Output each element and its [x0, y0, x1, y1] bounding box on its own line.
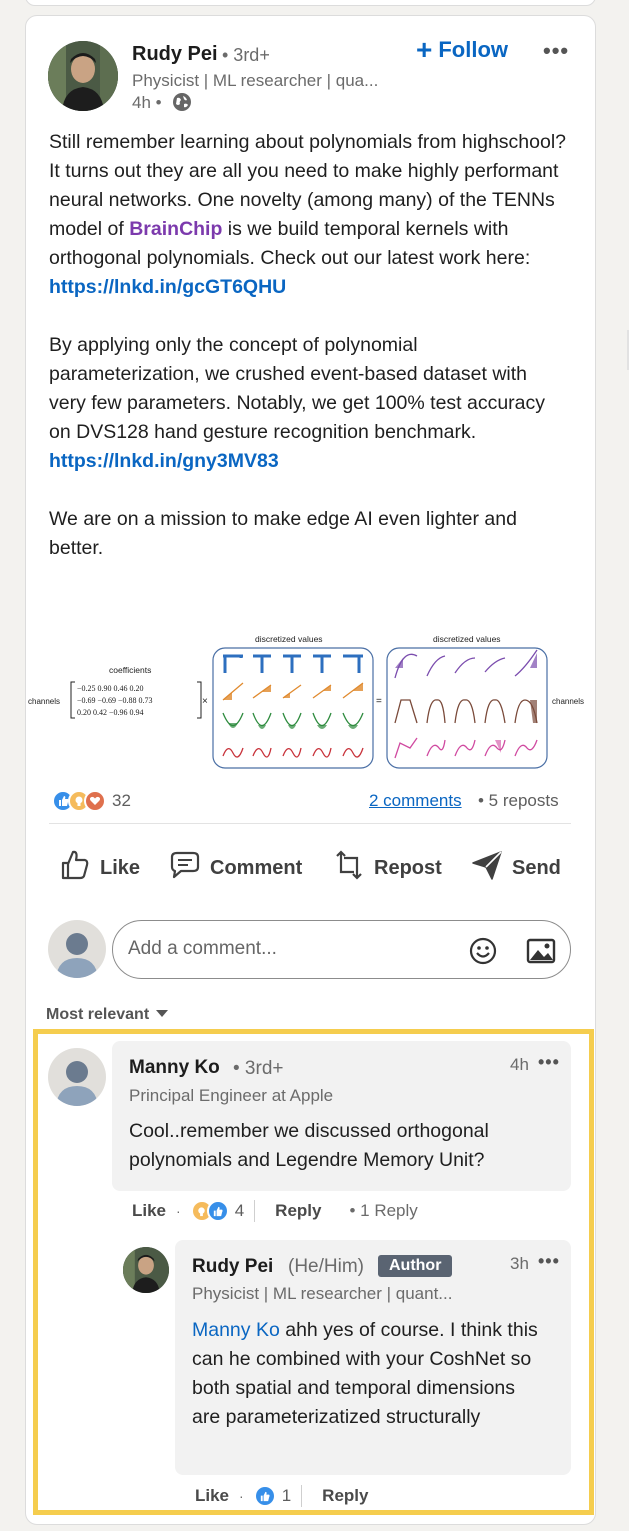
action-separator	[254, 1200, 256, 1222]
divider	[49, 823, 571, 824]
reply-author-headline: Physicist | ML researcher | quant...	[192, 1284, 453, 1303]
comment-input[interactable]: Add a comment...	[112, 920, 571, 979]
speech-bubble-icon	[168, 848, 202, 888]
times-symbol: ×	[202, 696, 208, 707]
sort-label: Most relevant	[46, 1006, 150, 1023]
post-link-2[interactable]: https://lnkd.in/gny3MV83	[49, 450, 279, 472]
like-label: Like	[100, 856, 141, 879]
send-label: Send	[512, 856, 561, 879]
author-avatar[interactable]	[48, 41, 118, 111]
reply-bubble: Rudy Pei (He/Him) Author 3h ••• Physicis…	[175, 1240, 571, 1475]
matrix-row-3: 0.20 0.42 −0.96 0.94	[77, 708, 144, 717]
current-user-avatar[interactable]	[48, 920, 106, 978]
post-figure[interactable]: coefficients channels −0.25 0.90 0.46 0.…	[25, 628, 596, 773]
like-button[interactable]: Like	[58, 848, 140, 888]
comment-menu-icon[interactable]: •••	[538, 1052, 560, 1073]
author-headline: Physicist | ML researcher | qua...	[132, 71, 379, 90]
action-separator	[301, 1485, 303, 1507]
separator-dot: ·	[239, 1488, 244, 1504]
reposts-count[interactable]: • 5 reposts	[478, 791, 559, 811]
connection-degree: • 3rd+	[222, 45, 270, 65]
reaction-count: 32	[112, 791, 131, 810]
reply-actions: Like · 1 Reply	[195, 1485, 368, 1507]
commenter-avatar[interactable]	[48, 1048, 106, 1106]
commenter-headline: Principal Engineer at Apple	[129, 1086, 334, 1105]
reply-author-avatar[interactable]	[123, 1247, 169, 1293]
previous-post-card-edge	[25, 0, 596, 6]
post-text-segment: By applying only the concept of polynomi…	[49, 334, 546, 443]
reply-like-button[interactable]: Like	[195, 1486, 229, 1506]
sort-dropdown[interactable]: Most relevant	[46, 1006, 169, 1024]
comment-like-button[interactable]: Like	[132, 1201, 166, 1221]
reaction-summary[interactable]: 32	[52, 788, 131, 814]
comment-reply-button[interactable]: Reply	[275, 1201, 321, 1221]
commenter-name[interactable]: Manny Ko	[129, 1057, 220, 1079]
reply-text: Manny Ko ahh yes of course. I think this…	[192, 1316, 542, 1432]
thumbs-up-icon	[58, 848, 92, 888]
separator-dot: ·	[176, 1203, 181, 1219]
channels-label-right: channels	[552, 697, 584, 706]
comment-bubble: Manny Ko • 3rd+ 4h ••• Principal Enginee…	[112, 1041, 571, 1191]
commenter-degree: • 3rd+	[233, 1058, 284, 1079]
globe-icon	[172, 92, 192, 112]
reply-time: 3h	[510, 1254, 529, 1273]
company-mention-link[interactable]: BrainChip	[129, 218, 222, 240]
post-time: 4h •	[132, 93, 162, 112]
replies-count-link[interactable]: • 1 Reply	[349, 1201, 417, 1221]
matrix-row-1: −0.25 0.90 0.46 0.20	[77, 684, 144, 693]
discretized-label-left: discretized values	[255, 634, 323, 644]
author-badge: Author	[378, 1255, 453, 1277]
image-icon[interactable]	[526, 937, 556, 965]
comment-actions: Like · 4 Reply • 1 Reply	[132, 1200, 418, 1222]
send-button[interactable]: Send	[470, 848, 561, 888]
comment-text: Cool..remember we discussed orthogonal p…	[129, 1120, 489, 1171]
comment-reaction-summary[interactable]: 4	[190, 1200, 245, 1222]
channels-label-left: channels	[28, 697, 60, 706]
post-body: Still remember learning about polynomial…	[49, 128, 569, 563]
post-link-1[interactable]: https://lnkd.in/gcGT6QHU	[49, 276, 286, 298]
paper-plane-icon	[470, 848, 504, 888]
like-reaction-icon	[253, 1485, 276, 1507]
comments-count-link[interactable]: 2 comments	[369, 791, 462, 811]
reply-menu-icon[interactable]: •••	[538, 1251, 560, 1272]
repost-label: Repost	[374, 856, 442, 879]
reply-reaction-summary[interactable]: 1	[253, 1485, 292, 1507]
reply-mention-link[interactable]: Manny Ko	[192, 1319, 280, 1341]
reply-author-name[interactable]: Rudy Pei	[192, 1256, 273, 1278]
comment-reaction-count: 4	[234, 1201, 245, 1220]
equals-symbol: =	[376, 696, 382, 707]
caret-down-icon	[155, 1006, 169, 1024]
reply-reaction-count: 1	[281, 1486, 292, 1505]
repost-button[interactable]: Repost	[332, 848, 442, 888]
post-paragraph-1: Still remember learning about polynomial…	[49, 128, 569, 302]
coefficients-label: coefficients	[109, 665, 151, 675]
comment-button[interactable]: Comment	[168, 848, 302, 888]
emoji-icon[interactable]	[469, 937, 497, 965]
like-reaction-icon	[206, 1200, 229, 1222]
post-paragraph-3: We are on a mission to make edge AI even…	[49, 508, 517, 559]
discretized-label-right: discretized values	[433, 634, 501, 644]
comment-placeholder: Add a comment...	[128, 938, 277, 959]
love-reaction-icon	[84, 790, 106, 812]
reply-author-pronouns: (He/Him)	[288, 1256, 364, 1277]
plus-icon: +	[416, 34, 433, 65]
comment-time: 4h	[510, 1055, 529, 1074]
author-name[interactable]: Rudy Pei	[132, 43, 218, 66]
follow-button[interactable]: + Follow	[416, 34, 509, 65]
post-paragraph-2: By applying only the concept of polynomi…	[49, 331, 569, 476]
matrix-row-2: −0.69 −0.69 −0.88 0.73	[77, 696, 153, 705]
repost-icon	[332, 848, 366, 888]
follow-label: Follow	[438, 37, 509, 62]
comment-label: Comment	[210, 856, 303, 879]
post-menu-icon[interactable]: •••	[543, 38, 569, 64]
reply-reply-button[interactable]: Reply	[322, 1486, 368, 1506]
